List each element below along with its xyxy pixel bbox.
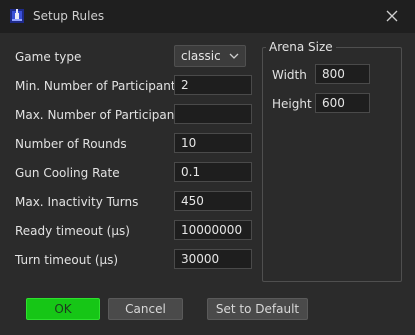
- max-participants-input[interactable]: [174, 104, 252, 124]
- ready-timeout-input[interactable]: [174, 220, 252, 240]
- min-participants-input[interactable]: [174, 75, 252, 95]
- set-to-default-button[interactable]: Set to Default: [207, 298, 308, 320]
- rounds-input[interactable]: [174, 133, 252, 153]
- ready-timeout-label: Ready timeout (µs): [15, 224, 130, 238]
- arena-height-label: Height: [272, 97, 312, 111]
- arena-size-title: Arena Size: [266, 40, 336, 54]
- game-type-value: classic: [181, 49, 221, 63]
- window-title: Setup Rules: [33, 9, 105, 23]
- rounds-label: Number of Rounds: [15, 137, 127, 151]
- turn-timeout-label: Turn timeout (µs): [15, 253, 119, 267]
- inactivity-label: Max. Inactivity Turns: [15, 195, 139, 209]
- arena-width-input[interactable]: [315, 64, 370, 84]
- title-bar: Setup Rules: [0, 0, 415, 33]
- turn-timeout-input[interactable]: [174, 249, 252, 269]
- game-type-label: Game type: [15, 50, 82, 64]
- setup-rules-dialog: Setup Rules Game type classic Min. Numbe…: [0, 0, 415, 335]
- max-participants-label: Max. Number of Participants: [15, 108, 186, 122]
- cancel-button[interactable]: Cancel: [108, 298, 183, 320]
- close-button[interactable]: [378, 4, 406, 28]
- game-type-select[interactable]: classic: [174, 45, 246, 67]
- chevron-down-icon: [229, 53, 239, 59]
- arena-height-input[interactable]: [315, 93, 370, 113]
- gun-cooling-label: Gun Cooling Rate: [15, 166, 120, 180]
- close-icon: [386, 10, 398, 22]
- robot-tank-icon: [10, 9, 24, 23]
- inactivity-input[interactable]: [174, 191, 252, 211]
- ok-button[interactable]: OK: [26, 298, 100, 320]
- min-participants-label: Min. Number of Participants: [15, 79, 182, 93]
- arena-width-label: Width: [272, 68, 307, 82]
- gun-cooling-input[interactable]: [174, 162, 252, 182]
